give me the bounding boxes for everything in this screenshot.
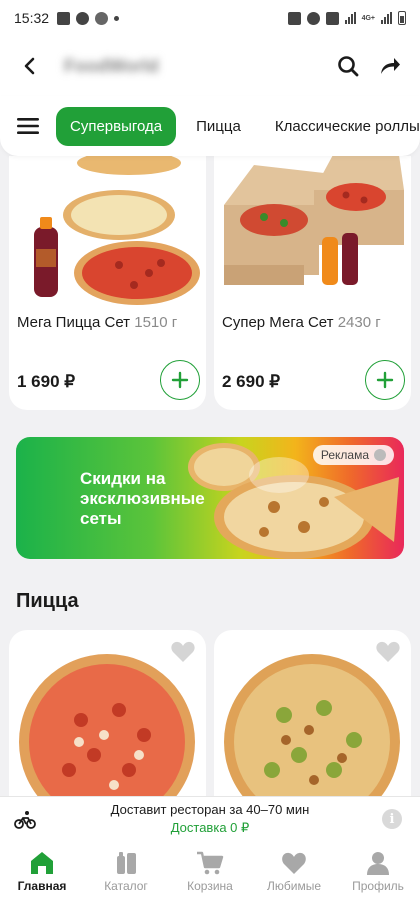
back-button[interactable] [16, 52, 44, 80]
share-button[interactable] [376, 52, 404, 80]
app-header: FoodWorld [0, 36, 420, 96]
product-card[interactable] [9, 630, 206, 796]
search-button[interactable] [334, 52, 362, 80]
nav-profile[interactable]: Профиль [336, 842, 420, 900]
delivery-time-text: Доставит ресторан за 40–70 мин [110, 802, 310, 817]
status-time: 15:32 [14, 10, 50, 26]
ad-label: Реклама [320, 448, 369, 462]
chevron-left-icon [24, 57, 35, 75]
nav-label: Любимые [267, 878, 321, 893]
alarm-icon [306, 11, 320, 25]
signal-icon-2 [381, 12, 392, 24]
product-card[interactable]: Супер Мега Сет 2430 г 2 690 ₽ [214, 156, 411, 410]
product-name: Супер Мега Сет [222, 314, 334, 331]
home-icon [31, 851, 53, 874]
tab-supervygoda[interactable]: Супервыгода [56, 106, 177, 146]
product-card[interactable] [214, 630, 411, 796]
nav-cart[interactable]: Корзина [168, 842, 252, 900]
favorite-heart-icon[interactable] [170, 640, 196, 664]
product-price: 2 690 ₽ [222, 372, 281, 391]
catalog-icon [117, 851, 136, 874]
tab-classic-rolls[interactable]: Классические роллы [261, 107, 420, 146]
lock-icon [287, 11, 301, 25]
network-type: 4G+ [361, 14, 375, 22]
product-title: Супер Мега Сет 2430 г [222, 314, 381, 331]
delivery-cost-text: Доставка 0 ₽ [170, 820, 250, 835]
favorite-heart-icon[interactable] [375, 640, 401, 664]
nav-favorites[interactable]: Любимые [252, 842, 336, 900]
at-sign-icon [95, 11, 109, 25]
nav-label: Главная [17, 878, 67, 893]
heart-icon [282, 852, 306, 874]
content-scroll-area[interactable]: Мега Пицца Сет 1510 г 1 690 ₽ Супер Мега… [0, 156, 420, 796]
profile-icon [367, 851, 389, 875]
mute-icon [325, 11, 339, 25]
telegram-icon [76, 11, 90, 25]
product-weight: 1510 г [134, 314, 178, 331]
store-name: FoodWorld [64, 55, 159, 76]
product-name: Мега Пицца Сет [17, 314, 131, 331]
product-weight: 2430 г [337, 314, 381, 331]
pizza-set-image [34, 156, 200, 305]
delivery-info-bar[interactable]: Доставит ресторан за 40–70 мин Доставка … [0, 796, 420, 842]
plus-icon [171, 371, 189, 389]
signal-icon [344, 12, 356, 24]
plus-icon [376, 371, 394, 389]
category-tabs-bar: Супервыгода Пицца Классические роллы [0, 96, 420, 156]
share-arrow-icon [381, 58, 400, 74]
gallery-icon [57, 11, 71, 25]
nav-label: Профиль [352, 878, 404, 893]
search-icon [338, 56, 359, 77]
product-card[interactable]: Мега Пицца Сет 1510 г 1 690 ₽ [9, 156, 206, 410]
bottom-navigation: Главная Каталог Корзина Любимые Профиль [0, 842, 420, 900]
hamburger-menu-icon [17, 118, 39, 134]
battery-icon [398, 11, 406, 25]
ad-label-badge[interactable]: Реклама [312, 445, 394, 465]
add-to-cart-button[interactable] [365, 360, 405, 400]
status-system-icons: 4G+ [287, 11, 406, 25]
product-title: Мега Пицца Сет 1510 г [17, 314, 177, 331]
category-tabs: Супервыгода Пицца Классические роллы [56, 106, 420, 146]
info-icon [374, 449, 386, 461]
promo-banner[interactable]: Скидки на эксклюзивные сеты Реклама [16, 437, 404, 559]
pizza-set-image [224, 156, 404, 285]
tab-pizza[interactable]: Пицца [182, 107, 255, 146]
nav-label: Корзина [187, 878, 233, 893]
product-price: 1 690 ₽ [17, 372, 76, 391]
nav-catalog[interactable]: Каталог [84, 842, 168, 900]
section-title-pizza: Пицца [16, 590, 79, 612]
status-bar: 15:32 4G+ [0, 0, 420, 36]
status-notification-icons [57, 11, 120, 25]
cart-icon [197, 851, 224, 874]
nav-label: Каталог [104, 878, 148, 893]
delivery-info-button[interactable]: i [382, 809, 402, 829]
categories-menu-button[interactable] [0, 104, 56, 148]
more-notifications-icon [114, 15, 120, 21]
nav-home[interactable]: Главная [0, 842, 84, 900]
header-actions [334, 52, 404, 80]
add-to-cart-button[interactable] [160, 360, 200, 400]
